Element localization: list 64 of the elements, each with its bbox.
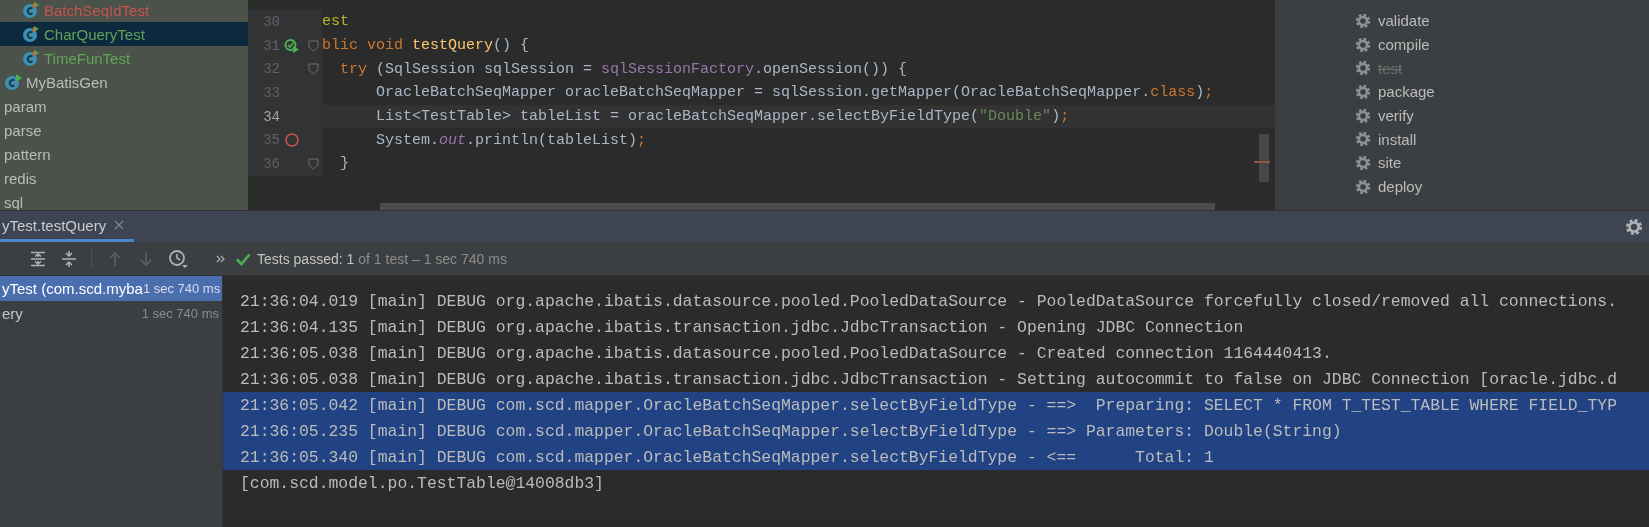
fold-marker-icon[interactable] xyxy=(307,39,319,52)
project-tree-item[interactable]: parse xyxy=(0,118,248,142)
maven-goal[interactable]: deploy xyxy=(1355,174,1423,199)
code-line: blic void testQuery() { xyxy=(322,37,530,55)
maven-goal[interactable]: site xyxy=(1355,151,1402,175)
gear-icon xyxy=(1355,83,1371,100)
fold-marker-icon[interactable] xyxy=(307,157,319,170)
gear-icon xyxy=(1355,107,1371,124)
console-line: 21:36:05.042 [main] DEBUG com.scd.mapper.OracleBatchSeqMapper.selectByFieldType - ==> Preparing: SELECT * FROM T_TEST_TABLE WHERE FIELD_TYP xyxy=(240,395,1618,415)
test-duration: 1 sec 740 ms xyxy=(142,281,221,296)
test-duration: 1 sec 740 ms xyxy=(141,306,219,321)
class-icon xyxy=(22,49,40,67)
code-line: List<TestTable> tableList = oracleBatchSeqMapper.selectByFieldType("Double"); xyxy=(375,108,1070,126)
code-line: System.out.println(tableList); xyxy=(375,131,647,149)
class-icon xyxy=(22,1,40,19)
console-line: 21:36:05.340 [main] DEBUG com.scd.mapper.OracleBatchSeqMapper.selectByFieldType - <== Total: 1 xyxy=(240,447,1214,467)
code-line: try (SqlSession sqlSession = sqlSessionFactory.openSession()) { xyxy=(339,60,908,78)
console-line: 21:36:05.235 [main] DEBUG com.scd.mapper.OracleBatchSeqMapper.selectByFieldType - ==> Parameters: Double(String) xyxy=(240,421,1342,441)
close-icon[interactable] xyxy=(114,220,125,230)
code-line: est xyxy=(322,13,349,31)
settings-icon[interactable] xyxy=(1625,218,1643,236)
scrollbar[interactable] xyxy=(1259,134,1269,182)
clock-icon[interactable] xyxy=(168,248,188,269)
console-line: 21:36:04.019 [main] DEBUG org.apache.ibatis.datasource.pooled.PooledDataSource - PooledDataSource forcefully closed/removed all connections. xyxy=(240,291,1618,311)
console-line: 21:36:05.038 [main] DEBUG org.apache.ibatis.transaction.jdbc.JdbcTransaction - Setting autocommit to false on JDBC Connection [oracle.jdbc.d xyxy=(240,369,1618,389)
maven-goal[interactable]: package xyxy=(1355,80,1435,104)
project-tree-item[interactable]: MyBatisGen xyxy=(0,70,248,94)
project-tree-item[interactable]: CharQueryTest xyxy=(0,22,248,46)
down-arrow-icon[interactable] xyxy=(137,249,155,268)
breakpoint-icon[interactable] xyxy=(284,132,300,149)
gear-icon xyxy=(1355,60,1371,77)
maven-goal[interactable]: install xyxy=(1355,127,1417,152)
maven-goal[interactable]: validate xyxy=(1355,9,1430,33)
project-tree-item[interactable]: sql xyxy=(0,190,248,210)
run-test-icon[interactable] xyxy=(284,37,300,54)
console-line: 21:36:05.038 [main] DEBUG org.apache.ibatis.datasource.pooled.PooledDataSource - Created connection 1164440413. xyxy=(240,343,1332,363)
code-line: } xyxy=(339,155,349,173)
gear-icon xyxy=(1355,12,1371,29)
project-tree-item[interactable]: redis xyxy=(0,166,248,190)
maven-goal[interactable]: compile xyxy=(1355,32,1430,57)
gear-icon xyxy=(1355,154,1371,171)
project-tree-item[interactable]: param xyxy=(0,94,248,118)
line-number: 34 xyxy=(262,108,280,125)
scrollbar[interactable] xyxy=(380,203,1215,210)
gear-icon xyxy=(1355,178,1371,195)
collapse-all-icon[interactable] xyxy=(60,249,78,268)
console-line: 21:36:04.135 [main] DEBUG org.apache.ibatis.transaction.jdbc.JdbcTransaction - Opening JDBC Connection xyxy=(240,317,1244,337)
maven-goal[interactable]: verify xyxy=(1355,103,1414,128)
test-tree-item[interactable]: yTest (com.scd.myba1 sec 740 ms xyxy=(0,276,222,301)
project-tree-item[interactable]: pattern xyxy=(0,142,248,166)
test-summary: Tests passed: 1 xyxy=(257,250,355,267)
test-detail: of 1 test – 1 sec 740 ms xyxy=(358,250,507,267)
fold-marker-icon[interactable] xyxy=(307,63,319,76)
test-tree-item[interactable]: ery 1 sec 740 ms xyxy=(0,301,222,326)
gear-icon xyxy=(1355,36,1371,53)
test-name: yTest (com.scd.myba xyxy=(2,280,143,297)
test-name: ery xyxy=(2,305,23,322)
gear-icon xyxy=(1355,131,1371,148)
class-icon xyxy=(4,73,22,91)
console-line: [com.scd.model.po.TestTable@14008db3] xyxy=(240,473,604,493)
class-icon xyxy=(22,25,40,43)
expand-all-icon[interactable] xyxy=(29,249,47,268)
project-tree-item[interactable]: TimeFunTest xyxy=(0,46,248,70)
code-line: OracleBatchSeqMapper oracleBatchSeqMapper = sqlSession.getMapper(OracleBatchSeqMapper.class); xyxy=(375,84,1214,102)
